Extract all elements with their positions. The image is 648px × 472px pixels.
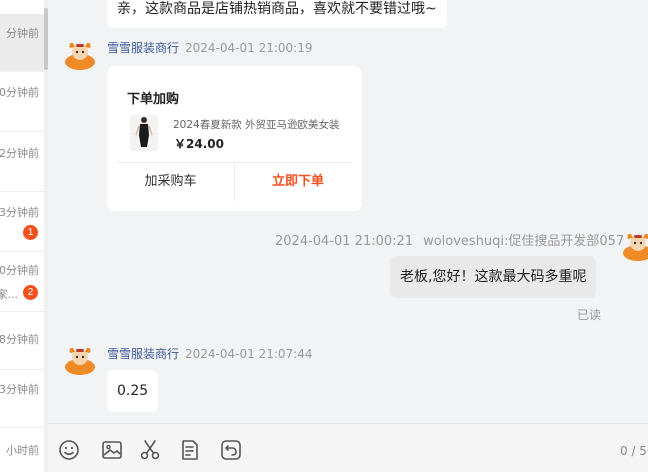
document-icon[interactable] [178, 438, 202, 462]
message-timestamp: 2024-04-01 21:00:19 [185, 41, 313, 55]
conversation-item[interactable]: 0分钟前 家... 2 [0, 252, 44, 312]
read-status: 已读 [577, 308, 602, 322]
conversation-time: 0分钟前 [0, 86, 39, 99]
conversation-time: 小时前 [6, 444, 39, 457]
order-card: 下单加购 2024春夏新款 外贸亚马逊欧美女装 ￥24.00 加采购车 立即下单 [107, 66, 362, 211]
history-icon[interactable] [219, 438, 243, 462]
message-bubble: 亲，这款商品是店铺热销商品，喜欢就不要错过哦~ [107, 0, 447, 28]
conversation-item[interactable]: 3分钟前 [0, 370, 44, 428]
add-to-cart-button[interactable]: 加采购车 [107, 163, 234, 201]
message-timestamp: 2024-04-01 21:00:21 [275, 234, 414, 249]
conversation-item[interactable]: 3分钟前 1 [0, 192, 44, 252]
unread-badge: 2 [23, 285, 38, 300]
conversation-item[interactable]: 分钟前 [0, 14, 44, 72]
sender-line: 雪雪服装商行 2024-04-01 21:00:19 [107, 39, 312, 56]
conversation-time: 3分钟前 [0, 206, 39, 219]
conversation-time: 0分钟前 [0, 264, 39, 277]
message-text: 老板,您好！这款最大码多重呢 [400, 269, 587, 285]
sender-name: woloveshuqi:促佳搜品开发部057 [423, 234, 625, 249]
conversation-list: 分钟前 0分钟前 2分钟前 3分钟前 1 0分钟前 家... 2 8分钟前 3分… [0, 0, 48, 472]
unread-badge: 1 [23, 225, 38, 240]
sender-name[interactable]: 雪雪服装商行 [107, 41, 179, 55]
conversation-item[interactable]: 8分钟前 [0, 312, 44, 370]
shop-avatar[interactable] [64, 38, 96, 70]
conversation-time: 2分钟前 [0, 147, 39, 160]
message-timestamp: 2024-04-01 21:07:44 [185, 347, 313, 361]
emoji-icon[interactable] [57, 438, 81, 462]
card-title: 下单加购 [127, 92, 180, 107]
shop-avatar[interactable] [64, 343, 96, 375]
sender-name[interactable]: 雪雪服装商行 [107, 347, 179, 361]
user-avatar[interactable] [622, 229, 648, 261]
message-area: 亲，这款商品是店铺热销商品，喜欢就不要错过哦~ 雪雪服装商行 2024-04-01… [48, 0, 648, 425]
scissors-icon[interactable] [138, 438, 162, 462]
conversation-item[interactable]: 小时前 [0, 428, 44, 472]
message-bubble: 0.25 [107, 370, 159, 412]
conversation-item[interactable]: 2分钟前 [0, 132, 44, 192]
buy-now-button[interactable]: 立即下单 [235, 163, 361, 201]
message-text: 0.25 [117, 383, 149, 399]
product-description[interactable]: 2024春夏新款 外贸亚马逊欧美女装 [173, 117, 353, 132]
conversation-time: 分钟前 [6, 27, 39, 40]
sender-line: 雪雪服装商行 2024-04-01 21:07:44 [107, 345, 312, 362]
message-text: 亲，这款商品是店铺热销商品，喜欢就不要错过哦~ [117, 1, 437, 17]
input-toolbar: 0 / 50 [48, 424, 648, 472]
conversation-item[interactable]: 0分钟前 [0, 72, 44, 132]
character-counter: 0 / 50 [620, 444, 648, 458]
sender-line: 2024-04-01 21:00:21 woloveshuqi:促佳搜品开发部05… [275, 230, 624, 249]
conversation-preview: 家... [0, 288, 18, 301]
message-bubble-mine: 老板,您好！这款最大码多重呢 [390, 256, 597, 298]
conversation-time: 8分钟前 [0, 333, 39, 346]
product-thumbnail[interactable] [130, 115, 158, 151]
conversation-time: 3分钟前 [0, 383, 39, 396]
image-icon[interactable] [100, 438, 124, 462]
product-price: ￥24.00 [174, 137, 224, 151]
